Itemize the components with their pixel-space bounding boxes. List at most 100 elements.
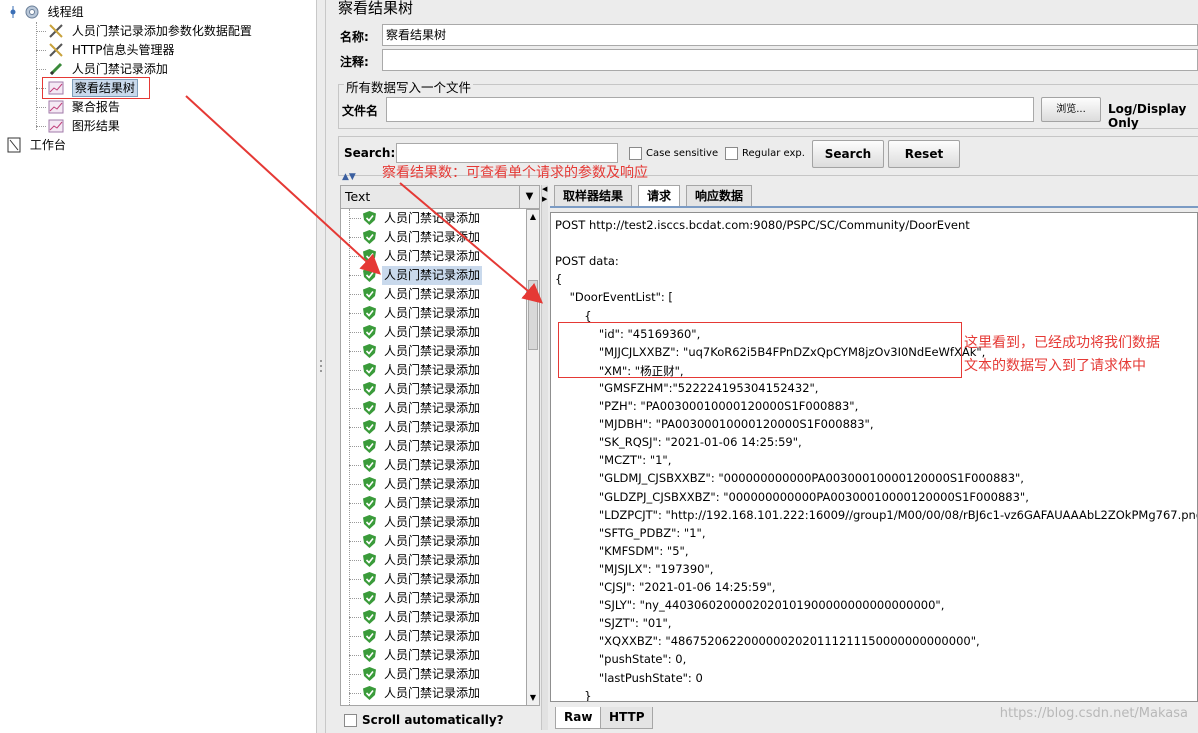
tree-connector xyxy=(349,522,361,523)
inner-splitter[interactable]: ◀ ▶ xyxy=(541,185,548,730)
tree-connector xyxy=(36,50,46,51)
tab-http[interactable]: HTTP xyxy=(600,707,654,729)
scroll-thumb[interactable] xyxy=(528,280,538,350)
success-shield-icon xyxy=(363,648,376,662)
tree-node-thread-group[interactable]: 线程组 xyxy=(8,3,84,22)
list-item[interactable]: 人员门禁记录添加 xyxy=(341,437,526,456)
list-item[interactable]: 人员门禁记录添加 xyxy=(341,665,526,684)
log-display-only-label[interactable]: Log/Display Only xyxy=(1108,102,1198,130)
request-line: "lastPushState": 0 xyxy=(555,670,703,685)
tree-connector xyxy=(349,389,361,390)
list-item[interactable]: 人员门禁记录添加 xyxy=(341,304,526,323)
search-button[interactable]: Search xyxy=(812,140,884,168)
watermark: https://blog.csdn.net/Makasa xyxy=(999,706,1188,721)
list-item-label: 人员门禁记录添加 xyxy=(384,344,481,358)
list-item[interactable]: 人员门禁记录添加 xyxy=(341,684,526,703)
tree-connector xyxy=(349,256,361,257)
request-line: "MJSJLX": "197390", xyxy=(555,561,714,576)
request-line: "SJZT": "01", xyxy=(555,616,672,631)
list-item[interactable]: 人员门禁记录添加 xyxy=(341,532,526,551)
list-scrollbar[interactable]: ▲ ▼ xyxy=(526,209,540,706)
comment-label: 注释: xyxy=(340,55,369,69)
list-item[interactable]: 人员门禁记录添加 xyxy=(341,266,526,285)
request-line: "SFTG_PDBZ": "1", xyxy=(555,525,706,540)
case-sensitive-label: Case sensitive xyxy=(646,148,719,159)
tree-node-param-config[interactable]: 人员门禁记录添加参数化数据配置 xyxy=(48,22,252,41)
tree-node-workbench[interactable]: 工作台 xyxy=(6,136,66,155)
reset-button[interactable]: Reset xyxy=(888,140,960,168)
list-item-label: 人员门禁记录添加 xyxy=(384,382,481,396)
regular-exp-checkbox[interactable] xyxy=(725,147,738,160)
tab-request[interactable]: 请求 xyxy=(638,185,681,207)
list-item-label: 人员门禁记录添加 xyxy=(384,629,481,643)
list-item[interactable]: 人员门禁记录添加 xyxy=(341,494,526,513)
list-item-label: 人员门禁记录添加 xyxy=(384,249,481,263)
tree-connector xyxy=(349,503,361,504)
list-item[interactable]: 人员门禁记录添加 xyxy=(341,627,526,646)
list-item[interactable]: 人员门禁记录添加 xyxy=(341,608,526,627)
list-item[interactable]: 人员门禁记录添加 xyxy=(341,646,526,665)
list-item[interactable]: 人员门禁记录添加 xyxy=(341,209,526,228)
right-arrow-icon[interactable]: ▶ xyxy=(542,195,547,203)
left-arrow-icon[interactable]: ◀ xyxy=(542,185,547,193)
list-item[interactable]: 人员门禁记录添加 xyxy=(341,475,526,494)
scroll-down-icon[interactable]: ▼ xyxy=(528,693,538,703)
success-shield-icon xyxy=(363,572,376,586)
list-item[interactable]: 人员门禁记录添加 xyxy=(341,380,526,399)
tree-connector xyxy=(349,332,361,333)
chart-icon xyxy=(48,99,64,115)
search-input[interactable] xyxy=(396,143,618,163)
tree-node-graph-results[interactable]: 图形结果 xyxy=(48,117,120,136)
success-shield-icon xyxy=(363,287,376,301)
case-sensitive-checkbox[interactable] xyxy=(629,147,642,160)
tree-connector xyxy=(349,218,361,219)
tree-node-aggregate-report[interactable]: 聚合报告 xyxy=(48,98,120,117)
success-shield-icon xyxy=(363,230,376,244)
search-label: Search: xyxy=(344,146,396,160)
list-item[interactable]: 人员门禁记录添加 xyxy=(341,418,526,437)
list-item[interactable]: 人员门禁记录添加 xyxy=(341,342,526,361)
request-line: } xyxy=(555,688,592,702)
request-line: "MJDBH": "PA00300010000120000S1F000883", xyxy=(555,417,874,432)
request-line: "GLDMJ_CJSBXXBZ": "000000000000PA0030001… xyxy=(555,471,1024,486)
tab-raw[interactable]: Raw xyxy=(555,707,602,729)
list-item-label: 人员门禁记录添加 xyxy=(384,420,481,434)
filename-field[interactable] xyxy=(386,97,1034,122)
list-item[interactable]: 人员门禁记录添加 xyxy=(341,285,526,304)
name-field[interactable]: 察看结果树 xyxy=(382,24,1198,46)
list-item[interactable]: 人员门禁记录添加 xyxy=(341,247,526,266)
chevron-down-icon[interactable]: ▼ xyxy=(519,186,539,208)
renderer-value: Text xyxy=(345,189,371,204)
list-item-label: 人员门禁记录添加 xyxy=(384,515,481,529)
scroll-up-icon[interactable]: ▲ xyxy=(528,212,538,222)
list-item[interactable]: 人员门禁记录添加 xyxy=(341,228,526,247)
collapse-arrows-icon[interactable]: ▲▼ xyxy=(342,172,356,182)
request-content[interactable]: POST http://test2.isccs.bcdat.com:9080/P… xyxy=(550,212,1198,702)
tab-response-data[interactable]: 响应数据 xyxy=(686,185,753,207)
scroll-auto-checkbox[interactable] xyxy=(344,714,357,727)
tree-connector xyxy=(349,237,361,238)
request-line: POST data: xyxy=(555,254,619,269)
success-shield-icon xyxy=(363,325,376,339)
list-item[interactable]: 人员门禁记录添加 xyxy=(341,513,526,532)
splitter[interactable] xyxy=(316,0,326,733)
renderer-select[interactable]: Text ▼ xyxy=(340,185,540,209)
tree-connector xyxy=(349,351,361,352)
tab-sampler-result[interactable]: 取样器结果 xyxy=(554,185,633,207)
browse-button[interactable]: 浏览... xyxy=(1041,97,1101,122)
success-shield-icon xyxy=(363,439,376,453)
comment-field[interactable] xyxy=(382,49,1198,71)
list-item[interactable]: 人员门禁记录添加 xyxy=(341,323,526,342)
list-item[interactable]: 人员门禁记录添加 xyxy=(341,399,526,418)
wrench-icon xyxy=(48,42,64,58)
list-item[interactable]: 人员门禁记录添加 xyxy=(341,551,526,570)
filename-label: 文件名 xyxy=(342,104,379,118)
tree-node-header-manager[interactable]: HTTP信息头管理器 xyxy=(48,41,175,60)
list-item[interactable]: 人员门禁记录添加 xyxy=(341,570,526,589)
list-item-label: 人员门禁记录添加 xyxy=(384,287,481,301)
tree-connector xyxy=(349,655,361,656)
expand-toggle-icon[interactable] xyxy=(8,4,18,20)
list-item[interactable]: 人员门禁记录添加 xyxy=(341,456,526,475)
list-item[interactable]: 人员门禁记录添加 xyxy=(341,589,526,608)
list-item[interactable]: 人员门禁记录添加 xyxy=(341,361,526,380)
